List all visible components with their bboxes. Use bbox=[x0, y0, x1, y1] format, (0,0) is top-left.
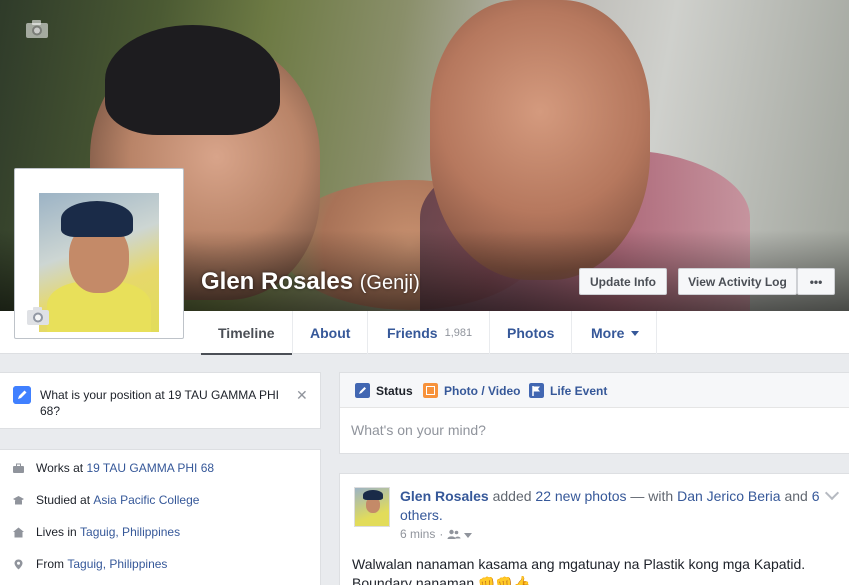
feed-post: Glen Rosales added 22 new photos — with … bbox=[339, 473, 849, 585]
intro-education-prefix: Studied at bbox=[36, 493, 91, 507]
photo-video-tab-label: Photo / Video bbox=[444, 383, 521, 398]
tab-label: Photos bbox=[507, 324, 555, 341]
close-icon[interactable]: ✕ bbox=[296, 387, 308, 404]
question-text: What is your position at 19 TAU GAMMA PH… bbox=[40, 388, 279, 418]
camera-icon[interactable] bbox=[26, 306, 50, 326]
post-meta: 6 mins · bbox=[400, 527, 473, 541]
hometown-link[interactable]: Taguig, Philippines bbox=[67, 557, 167, 571]
tab-timeline[interactable]: Timeline bbox=[201, 311, 293, 355]
tab-label: About bbox=[310, 324, 351, 341]
home-icon bbox=[13, 527, 24, 537]
cover-image-part bbox=[105, 25, 280, 135]
audience-caret-icon[interactable] bbox=[464, 532, 473, 538]
intro-work: Works at 19 TAU GAMMA PHI 68 bbox=[13, 461, 214, 475]
post-action-text: added bbox=[492, 488, 532, 504]
photos-link[interactable]: 22 new photos bbox=[535, 488, 626, 504]
profile-nickname: (Genji) bbox=[359, 272, 420, 294]
post-text: Walwalan nanaman kasama ang mgatunay na … bbox=[352, 556, 806, 585]
location-pin-icon bbox=[14, 559, 23, 569]
current-city-link[interactable]: Taguig, Philippines bbox=[80, 525, 180, 539]
profile-page: Glen Rosales (Genji) Update Info View Ac… bbox=[0, 0, 849, 585]
camera-icon[interactable] bbox=[25, 19, 49, 39]
post-header: Glen Rosales added 22 new photos — with … bbox=[400, 487, 820, 525]
profile-name: Glen Rosales (Genji) bbox=[201, 268, 420, 296]
tab-photos[interactable]: Photos bbox=[490, 311, 573, 354]
update-info-button[interactable]: Update Info bbox=[579, 268, 667, 295]
tab-friends[interactable]: Friends 1,981 bbox=[370, 311, 491, 354]
intro-lives-prefix: Lives in bbox=[36, 525, 77, 539]
view-activity-log-button[interactable]: View Activity Log bbox=[678, 268, 797, 295]
profile-photo bbox=[39, 193, 159, 332]
composer-tabs: Status Photo / Video Life Event bbox=[340, 373, 849, 408]
flag-icon bbox=[529, 383, 544, 398]
post-composer: Status Photo / Video Life Event What's o… bbox=[339, 372, 849, 454]
photo-icon bbox=[423, 383, 438, 398]
post-with-text: — with bbox=[630, 488, 674, 504]
tab-label: More bbox=[591, 324, 625, 341]
work-link[interactable]: 19 TAU GAMMA PHI 68 bbox=[86, 461, 214, 475]
post-options-chevron-icon[interactable] bbox=[824, 485, 840, 501]
tagged-user-link[interactable]: Dan Jerico Beria bbox=[677, 488, 781, 504]
avatar-part bbox=[363, 490, 383, 500]
friends-count: 1,981 bbox=[444, 326, 473, 339]
intro-from: From Taguig, Philippines bbox=[13, 557, 167, 571]
tab-label: Timeline bbox=[218, 324, 275, 341]
briefcase-icon bbox=[13, 463, 24, 473]
intro-from-prefix: From bbox=[36, 557, 64, 571]
post-author-link[interactable]: Glen Rosales bbox=[400, 488, 489, 504]
tab-more[interactable]: More bbox=[574, 311, 658, 354]
intro-card: Works at 19 TAU GAMMA PHI 68 Studied at … bbox=[0, 449, 321, 585]
intro-lives: Lives in Taguig, Philippines bbox=[13, 525, 180, 539]
pencil-icon bbox=[355, 383, 370, 398]
avatar[interactable] bbox=[354, 487, 390, 527]
photo-video-tab[interactable]: Photo / Video bbox=[423, 373, 520, 408]
school-link[interactable]: Asia Pacific College bbox=[93, 493, 199, 507]
profile-full-name[interactable]: Glen Rosales bbox=[201, 268, 353, 295]
status-tab-label: Status bbox=[376, 383, 413, 398]
profile-question-card[interactable]: What is your position at 19 TAU GAMMA PH… bbox=[0, 372, 321, 429]
whats-on-your-mind-input[interactable]: What's on your mind? bbox=[351, 422, 486, 438]
status-tab[interactable]: Status bbox=[355, 373, 413, 408]
school-icon bbox=[13, 495, 24, 504]
intro-education: Studied at Asia Pacific College bbox=[13, 493, 199, 507]
caret-down-icon bbox=[631, 331, 640, 336]
life-event-tab[interactable]: Life Event bbox=[529, 373, 607, 408]
more-options-button[interactable]: ••• bbox=[797, 268, 835, 295]
photo-part bbox=[61, 201, 133, 237]
life-event-tab-label: Life Event bbox=[550, 383, 608, 398]
intro-work-prefix: Works at bbox=[36, 461, 84, 475]
pencil-icon bbox=[13, 386, 31, 404]
tab-label: Friends bbox=[387, 324, 438, 341]
friends-audience-icon[interactable] bbox=[447, 529, 461, 540]
post-timestamp[interactable]: 6 mins bbox=[400, 527, 435, 541]
tab-about[interactable]: About bbox=[293, 311, 369, 354]
post-and-text: and bbox=[784, 488, 808, 504]
